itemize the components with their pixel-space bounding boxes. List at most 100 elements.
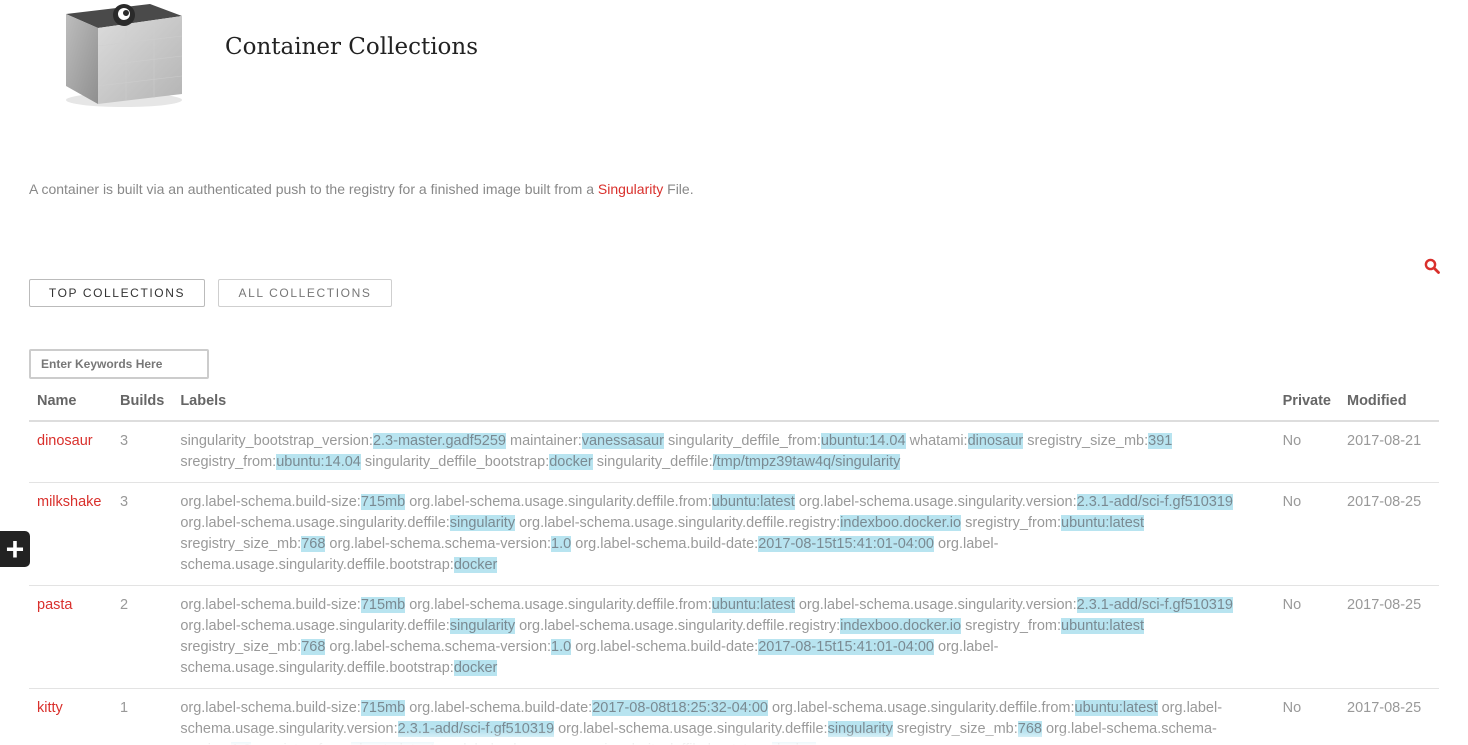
label-key: org.label-schema.usage.singularity.deffi…: [519, 618, 841, 634]
tab-all-collections[interactable]: ALL COLLECTIONS: [218, 279, 392, 307]
label-value: dinosaur: [967, 433, 1024, 449]
label-key: org.label-schema.usage.singularity.deffi…: [409, 597, 712, 613]
collection-name-link[interactable]: milkshake: [37, 494, 101, 510]
intro-text-suffix: File.: [663, 181, 694, 197]
label-key: org.label-schema.usage.singularity.deffi…: [558, 721, 828, 737]
column-header-modified[interactable]: Modified: [1339, 386, 1439, 422]
label-key: org.label-schema.build-date:: [575, 536, 759, 552]
label-key: sregistry_from:: [965, 618, 1061, 634]
collection-name-cell: milkshake: [29, 482, 112, 586]
singularity-link[interactable]: Singularity: [598, 181, 663, 197]
collection-name-cell: dinosaur: [29, 421, 112, 483]
builds-count: 3: [112, 421, 173, 483]
label-key: org.label-schema.usage.singularity.deffi…: [180, 515, 450, 531]
label-value: 768: [301, 536, 326, 552]
intro-text-main: A container is built via an authenticate…: [29, 181, 598, 197]
label-value: ubuntu:latest: [1061, 515, 1145, 531]
labels-cell: singularity_bootstrap_version:2.3-master…: [172, 421, 1275, 483]
label-value: ubuntu:14.04: [276, 454, 361, 470]
label-value: docker: [453, 557, 498, 573]
label-value: 715mb: [360, 494, 406, 510]
label-key: sregistry_size_mb:: [896, 721, 1018, 737]
builds-count: 2: [112, 585, 173, 689]
label-value: docker: [549, 454, 593, 470]
label-key: sregistry_size_mb:: [1027, 433, 1149, 449]
column-header-private[interactable]: Private: [1274, 386, 1339, 422]
collection-name-link[interactable]: dinosaur: [37, 433, 93, 449]
page-title: Container Collections: [225, 34, 479, 60]
labels-cell: org.label-schema.build-size:715mb org.la…: [172, 482, 1275, 586]
table-row: milkshake 3 org.label-schema.build-size:71…: [29, 482, 1439, 586]
label-key: org.label-schema.usage.singularity.deffi…: [409, 494, 712, 510]
label-key: singularity_deffile_from:: [667, 433, 821, 449]
keyword-filter-input[interactable]: [29, 349, 209, 379]
label-value: 715mb: [360, 597, 406, 613]
tab-top-collections[interactable]: TOP COLLECTIONS: [29, 279, 205, 307]
builds-count: 1: [112, 688, 173, 745]
label-value: 2017-08-15t15:41:01-04:00: [758, 536, 934, 552]
collections-table: Name Builds Labels Private Modified dino…: [29, 386, 1439, 745]
add-collection-button[interactable]: +: [0, 531, 30, 567]
label-key: org.label-schema.usage.singularity.deffi…: [519, 515, 841, 531]
container-logo: [66, 4, 183, 107]
label-value: 2.3.1-add/sci-f.gf510319: [1076, 597, 1233, 613]
collection-name-cell: kitty: [29, 688, 112, 745]
modified-date: 2017-08-25: [1339, 585, 1439, 689]
labels-cell: org.label-schema.build-size:715mb org.la…: [172, 585, 1275, 689]
label-key: org.label-schema.build-date:: [575, 639, 759, 655]
label-value: ubuntu:latest: [1061, 618, 1145, 634]
search-icon[interactable]: [1424, 258, 1440, 274]
label-key: sregistry_size_mb:: [180, 639, 302, 655]
collection-name-cell: pasta: [29, 585, 112, 689]
private-flag: No: [1274, 482, 1339, 586]
label-key: singularity_bootstrap_version:: [180, 433, 373, 449]
collection-name-link[interactable]: kitty: [37, 700, 63, 716]
collection-name-link[interactable]: pasta: [37, 597, 72, 613]
builds-count: 3: [112, 482, 173, 586]
modified-date: 2017-08-25: [1339, 482, 1439, 586]
label-value: 2017-08-15t15:41:01-04:00: [758, 639, 934, 655]
label-value: ubuntu:latest: [1074, 700, 1158, 716]
label-key: maintainer:: [510, 433, 582, 449]
label-key: sregistry_from:: [965, 515, 1061, 531]
label-key: whatami:: [909, 433, 968, 449]
label-key: org.label-schema.build-size:: [180, 700, 361, 716]
label-value: /tmp/tmpz39taw4q/singularity: [712, 454, 901, 470]
column-header-labels[interactable]: Labels: [172, 386, 1275, 422]
intro-text: A container is built via an authenticate…: [29, 181, 694, 197]
modified-date: 2017-08-25: [1339, 688, 1439, 745]
table-row: kitty 1 org.label-schema.build-size:715mb …: [29, 688, 1439, 745]
label-key: org.label-schema.schema-version:: [329, 536, 552, 552]
private-flag: No: [1274, 421, 1339, 483]
label-value: singularity: [449, 618, 516, 634]
plus-icon: +: [5, 531, 25, 567]
label-value: 715mb: [360, 700, 406, 716]
labels-cell: org.label-schema.build-size:715mb org.la…: [172, 688, 1275, 745]
label-value: 2.3-master.gadf5259: [372, 433, 506, 449]
label-value: 768: [301, 639, 326, 655]
label-key: org.label-schema.schema-version:: [329, 639, 552, 655]
label-value: 1.0: [551, 639, 572, 655]
label-value: singularity: [827, 721, 893, 737]
label-key: org.label-schema.usage.singularity.versi…: [798, 597, 1077, 613]
page: Container Collections A container is bui…: [0, 0, 1468, 745]
label-value: indexboo.docker.io: [840, 515, 962, 531]
label-key: singularity_deffile_bootstrap:: [364, 454, 550, 470]
label-value: 2.3.1-add/sci-f.gf510319: [1076, 494, 1233, 510]
label-value: 768: [1017, 721, 1042, 737]
label-value: ubuntu:latest: [711, 597, 795, 613]
table-header-row: Name Builds Labels Private Modified: [29, 386, 1439, 422]
private-flag: No: [1274, 688, 1339, 745]
column-header-builds[interactable]: Builds: [112, 386, 173, 422]
label-key: sregistry_from:: [180, 454, 277, 470]
label-key: org.label-schema.usage.singularity.deffi…: [771, 700, 1075, 716]
label-key: org.label-schema.build-date:: [409, 700, 593, 716]
label-value: vanessasaur: [581, 433, 664, 449]
label-value: ubuntu:latest: [711, 494, 795, 510]
modified-date: 2017-08-21: [1339, 421, 1439, 483]
label-value: singularity: [449, 515, 516, 531]
table-body: dinosaur 3 singularity_bootstrap_version:2…: [29, 421, 1439, 745]
label-key: singularity_deffile:: [596, 454, 713, 470]
label-value: 2017-08-08t18:25:32-04:00: [592, 700, 768, 716]
column-header-name[interactable]: Name: [29, 386, 112, 422]
